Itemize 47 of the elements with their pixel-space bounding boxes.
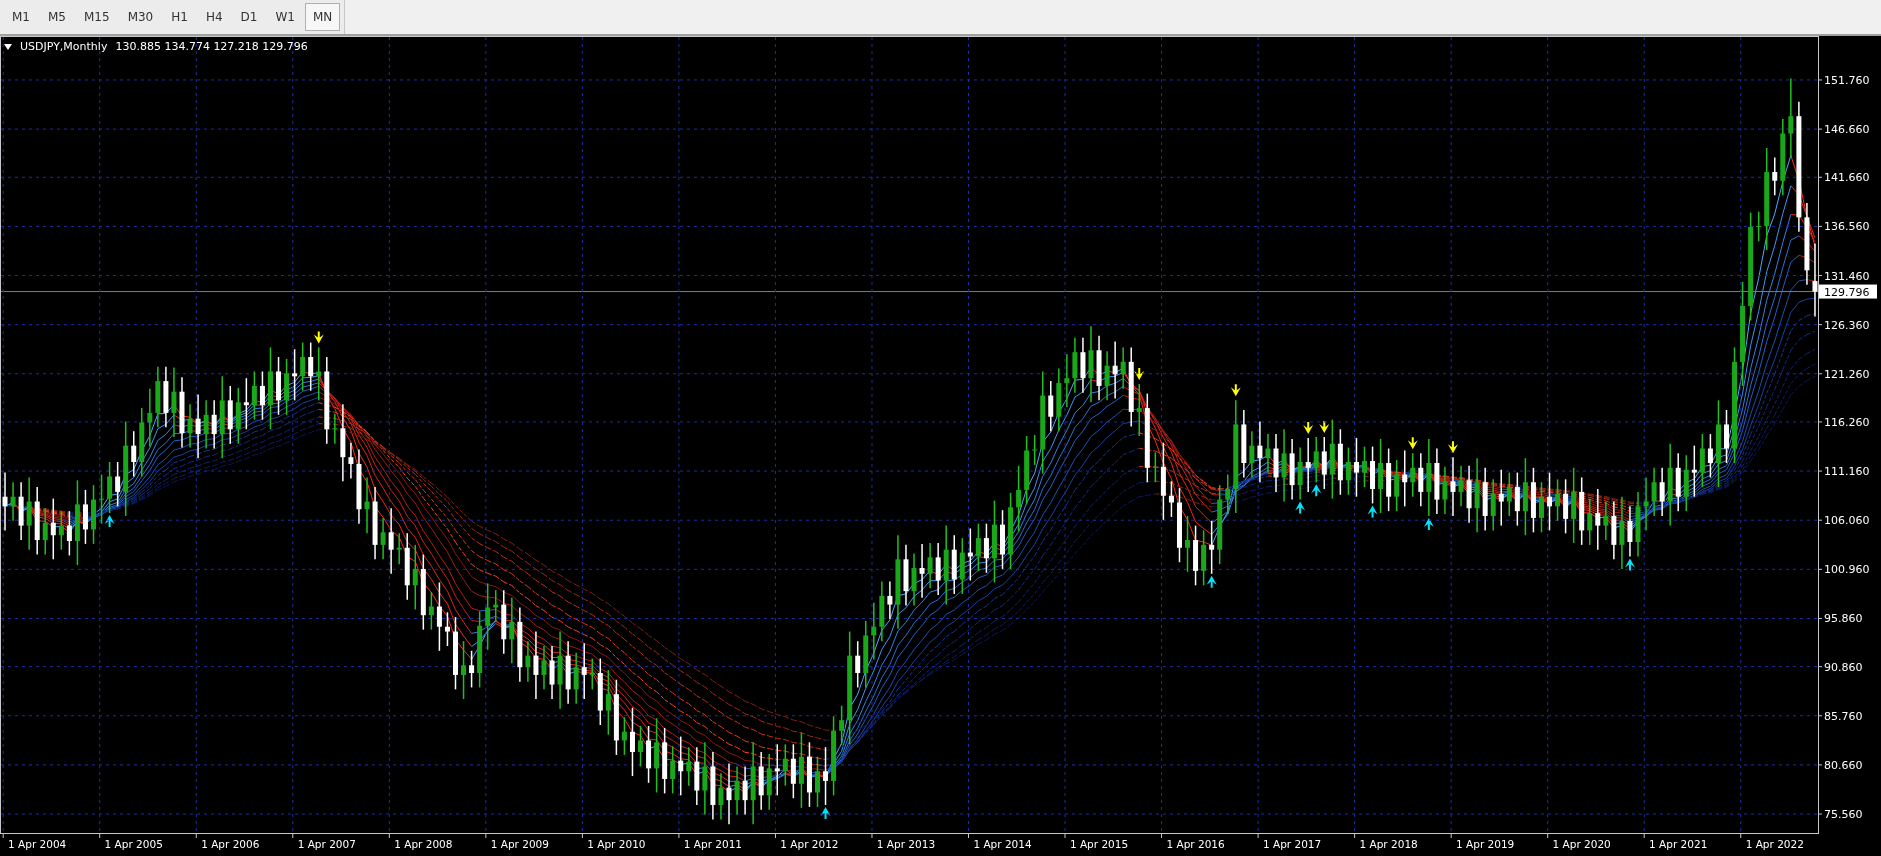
price-axis-label: 121.260 — [1824, 367, 1870, 381]
timeframe-tab[interactable]: M30 — [119, 3, 162, 31]
current-price-tag: 129.796 — [1819, 284, 1877, 299]
price-axis-label: 100.960 — [1824, 563, 1870, 577]
time-axis-label: 1 Apr 2018 — [1359, 838, 1418, 850]
timeframe-tab[interactable]: H4 — [197, 3, 231, 31]
price-axis-label: 90.860 — [1824, 660, 1863, 674]
price-axis-label: 136.560 — [1824, 220, 1870, 234]
timeframe-tab[interactable]: H1 — [163, 3, 196, 31]
timeframe-tab[interactable]: D1 — [232, 3, 266, 31]
time-axis-label: 1 Apr 2013 — [876, 838, 936, 850]
price-axis-label: 141.660 — [1824, 171, 1870, 185]
timeframe-tab[interactable]: M1 — [4, 3, 38, 31]
time-axis-label: 1 Apr 2015 — [1069, 838, 1129, 850]
price-axis-label: 146.660 — [1824, 123, 1870, 137]
price-axis-label: 75.560 — [1824, 808, 1863, 821]
price-axis-label: 126.360 — [1824, 318, 1870, 332]
time-axis-label: 1 Apr 2007 — [297, 838, 356, 850]
price-axis-label: 116.260 — [1824, 415, 1870, 429]
time-axis-label: 1 Apr 2017 — [1263, 838, 1322, 850]
time-axis-label: 1 Apr 2008 — [394, 838, 453, 850]
price-axis-label: 111.160 — [1824, 465, 1870, 479]
timeframe-tab[interactable]: MN — [304, 3, 341, 31]
timeframe-tab[interactable]: M5 — [40, 3, 74, 31]
time-axis-label: 1 Apr 2016 — [1166, 838, 1225, 850]
timeframe-tab[interactable]: M15 — [76, 3, 118, 31]
time-axis-label: 1 Apr 2019 — [1456, 838, 1515, 850]
price-axis-label: 85.760 — [1824, 709, 1863, 723]
price-axis-label: 151.760 — [1824, 73, 1870, 87]
price-axis-label: 95.860 — [1824, 612, 1863, 626]
price-axis-label: 106.060 — [1824, 514, 1870, 528]
time-axis-label: 1 Apr 2012 — [780, 838, 839, 850]
price-axis-label: 131.460 — [1824, 269, 1870, 283]
chart-symbol-caption: USDJPY,Monthly — [20, 40, 108, 53]
time-axis-label: 1 Apr 2020 — [1552, 838, 1611, 850]
time-axis-label: 1 Apr 2005 — [104, 838, 163, 850]
time-axis-label: 1 Apr 2010 — [587, 838, 646, 850]
time-axis-label: 1 Apr 2006 — [201, 838, 260, 850]
time-axis-label: 1 Apr 2011 — [683, 838, 743, 850]
time-axis-label: 1 Apr 2009 — [490, 838, 549, 850]
time-axis-label: 1 Apr 2021 — [1649, 838, 1708, 850]
time-axis-label: 1 Apr 2014 — [973, 838, 1032, 850]
time-axis-label: 1 Apr 2022 — [1745, 838, 1804, 850]
timeframe-tab[interactable]: W1 — [267, 3, 303, 31]
price-axis-label: 80.660 — [1824, 758, 1863, 772]
time-axis-label: 1 Apr 2004 — [8, 838, 67, 850]
ohlc-values: 130.885 134.774 127.218 129.796 — [115, 40, 308, 53]
